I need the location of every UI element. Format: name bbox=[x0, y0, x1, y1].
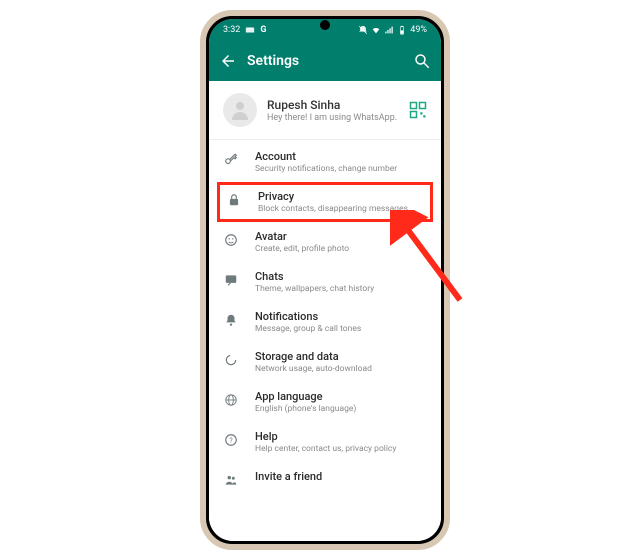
settings-row-invite[interactable]: Invite a friend bbox=[209, 462, 441, 496]
row-title: Invite a friend bbox=[255, 470, 427, 483]
battery-icon bbox=[397, 25, 407, 35]
avatar bbox=[223, 93, 257, 127]
app-bar: Settings bbox=[209, 41, 441, 81]
profile-row[interactable]: Rupesh Sinha Hey there! I am using Whats… bbox=[209, 81, 441, 139]
signal-icon bbox=[384, 25, 394, 35]
volume-button bbox=[449, 206, 450, 242]
dnd-icon bbox=[358, 25, 368, 35]
settings-row-storage[interactable]: Storage and data Network usage, auto-dow… bbox=[209, 342, 441, 382]
row-subtitle: Security notifications, change number bbox=[255, 164, 427, 174]
settings-row-notifications[interactable]: Notifications Message, group & call tone… bbox=[209, 302, 441, 342]
profile-status: Hey there! I am using WhatsApp. bbox=[267, 113, 399, 123]
search-button[interactable] bbox=[413, 52, 431, 70]
people-icon bbox=[223, 472, 239, 488]
key-icon bbox=[223, 152, 239, 168]
row-title: Privacy bbox=[258, 190, 424, 203]
settings-row-account[interactable]: Account Security notifications, change n… bbox=[209, 142, 441, 182]
highlight-box: Privacy Block contacts, disappearing mes… bbox=[217, 182, 433, 222]
row-subtitle: English (phone's language) bbox=[255, 404, 427, 414]
row-title: Avatar bbox=[255, 230, 427, 243]
wifi-icon bbox=[371, 25, 381, 35]
row-subtitle: Network usage, auto-download bbox=[255, 364, 427, 374]
screen: 3:32 G 49% bbox=[209, 19, 441, 541]
row-title: Notifications bbox=[255, 310, 427, 323]
row-subtitle: Help center, contact us, privacy policy bbox=[255, 444, 427, 454]
row-subtitle: Block contacts, disappearing messages bbox=[258, 204, 424, 214]
row-title: Storage and data bbox=[255, 350, 427, 363]
back-button[interactable] bbox=[219, 52, 237, 70]
data-usage-icon bbox=[223, 352, 239, 368]
row-subtitle: Message, group & call tones bbox=[255, 324, 427, 334]
row-title: Chats bbox=[255, 270, 427, 283]
phone-frame: 3:32 G 49% bbox=[200, 10, 450, 550]
status-battery: 49% bbox=[410, 25, 427, 35]
qr-code-button[interactable] bbox=[409, 101, 427, 119]
power-button bbox=[449, 266, 450, 336]
globe-icon bbox=[223, 392, 239, 408]
row-title: App language bbox=[255, 390, 427, 403]
face-icon bbox=[223, 232, 239, 248]
row-subtitle: Create, edit, profile photo bbox=[255, 244, 427, 254]
svg-text:?: ? bbox=[229, 437, 233, 445]
bell-icon bbox=[223, 312, 239, 328]
row-title: Help bbox=[255, 430, 427, 443]
settings-row-chats[interactable]: Chats Theme, wallpapers, chat history bbox=[209, 262, 441, 302]
settings-row-help[interactable]: ? Help Help center, contact us, privacy … bbox=[209, 422, 441, 462]
chat-icon bbox=[223, 272, 239, 288]
gmail-icon bbox=[245, 25, 255, 35]
settings-row-language[interactable]: App language English (phone's language) bbox=[209, 382, 441, 422]
lock-icon bbox=[226, 192, 242, 208]
status-time: 3:32 bbox=[223, 25, 240, 35]
settings-row-avatar[interactable]: Avatar Create, edit, profile photo bbox=[209, 222, 441, 262]
row-title: Account bbox=[255, 150, 427, 163]
settings-row-privacy[interactable]: Privacy Block contacts, disappearing mes… bbox=[226, 190, 424, 214]
row-subtitle: Theme, wallpapers, chat history bbox=[255, 284, 427, 294]
google-icon: G bbox=[260, 25, 270, 35]
settings-content: Rupesh Sinha Hey there! I am using Whats… bbox=[209, 81, 441, 541]
camera-notch bbox=[320, 20, 330, 30]
help-icon: ? bbox=[223, 432, 239, 448]
page-title: Settings bbox=[247, 53, 413, 69]
divider bbox=[209, 139, 441, 140]
profile-name: Rupesh Sinha bbox=[267, 98, 399, 112]
